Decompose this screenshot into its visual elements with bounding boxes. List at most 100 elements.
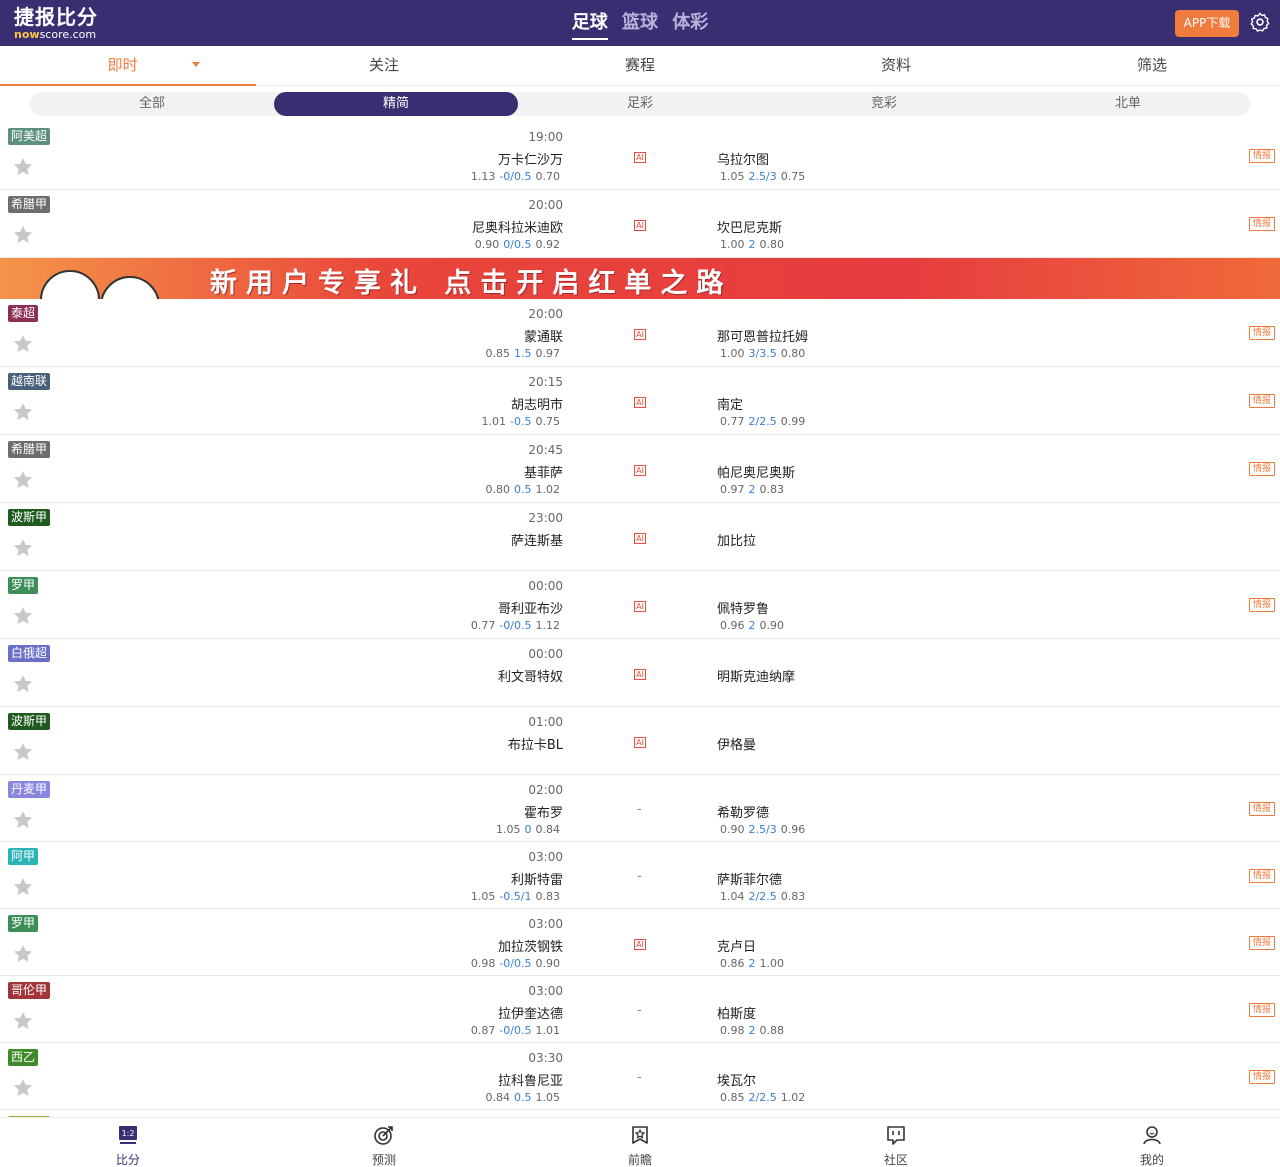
away-team[interactable]: 坎巴尼克斯 — [717, 217, 782, 236]
tab-schedule[interactable]: 赛程 — [512, 46, 768, 86]
away-team[interactable]: 加比拉 — [717, 530, 756, 549]
intel-badge[interactable]: 情报 — [1249, 1003, 1275, 1017]
tab-filter[interactable]: 筛选 — [1024, 46, 1280, 86]
home-team[interactable]: 哥利亚布沙 — [498, 598, 563, 617]
home-team[interactable]: 霍布罗 — [524, 802, 563, 821]
league-badge[interactable]: 罗甲 — [8, 915, 39, 932]
ai-icon[interactable]: AI — [634, 152, 646, 163]
home-team[interactable]: 蒙通联 — [524, 326, 563, 345]
subtab-football-lottery[interactable]: 足彩 — [518, 92, 762, 116]
league-badge[interactable]: 白俄超 — [8, 645, 51, 662]
league-badge[interactable]: 罗甲 — [8, 577, 39, 594]
intel-badge[interactable]: 情报 — [1249, 936, 1275, 950]
ai-icon[interactable]: AI — [634, 220, 646, 231]
star-icon[interactable] — [12, 156, 34, 178]
match-row[interactable]: 泰超 20:00 蒙通联 那可恩普拉托姆 0.85 1.5 0.97 1.00 3/3.5 0.8… — [0, 299, 1280, 367]
ai-icon[interactable]: AI — [634, 669, 646, 680]
away-team[interactable]: 帕尼奥尼奥斯 — [717, 462, 795, 481]
star-icon[interactable] — [12, 469, 34, 491]
promo-banner[interactable]: 新用户专享礼 点击开启红单之路 — [0, 258, 1280, 299]
intel-badge[interactable]: 情报 — [1249, 394, 1275, 408]
match-row[interactable]: 丹麦甲 02:00 霍布罗 希勒罗德 1.05 0 0.84 0.90 2.5/3 0.96 - 情报 — [0, 775, 1280, 842]
ai-icon[interactable]: AI — [634, 533, 646, 544]
nav-preview[interactable]: 前瞻 — [512, 1118, 768, 1167]
tab-data[interactable]: 资料 — [768, 46, 1024, 86]
away-team[interactable]: 埃瓦尔 — [717, 1070, 756, 1089]
home-team[interactable]: 尼奥科拉米迪欧 — [472, 217, 563, 236]
star-icon[interactable] — [12, 1010, 34, 1032]
league-badge[interactable]: 丹麦甲 — [8, 781, 51, 798]
star-icon[interactable] — [12, 809, 34, 831]
nav-score[interactable]: 1:2 比分 — [0, 1118, 256, 1167]
intel-badge[interactable]: 情报 — [1249, 802, 1275, 816]
away-team[interactable]: 佩特罗鲁 — [717, 598, 769, 617]
league-badge[interactable]: 波斯甲 — [8, 713, 51, 730]
league-badge[interactable]: 希腊甲 — [8, 196, 51, 213]
ai-icon[interactable]: AI — [634, 397, 646, 408]
home-team[interactable]: 利文哥特奴 — [498, 666, 563, 685]
match-row[interactable]: 罗甲 00:00 哥利亚布沙 佩特罗鲁 0.77 -0/0.5 1.12 0.96 2 0.90 A… — [0, 571, 1280, 639]
gear-icon[interactable] — [1249, 11, 1271, 33]
ai-icon[interactable]: AI — [634, 939, 646, 950]
intel-badge[interactable]: 情报 — [1249, 869, 1275, 883]
home-team[interactable]: 基菲萨 — [524, 462, 563, 481]
intel-badge[interactable]: 情报 — [1249, 326, 1275, 340]
league-badge[interactable]: 阿甲 — [8, 848, 39, 865]
sport-tab-lottery[interactable]: 体彩 — [672, 8, 708, 38]
home-team[interactable]: 胡志明市 — [511, 394, 563, 413]
league-badge[interactable]: 哥伦甲 — [8, 982, 51, 999]
star-icon[interactable] — [12, 333, 34, 355]
away-team[interactable]: 萨斯菲尔德 — [717, 869, 782, 888]
match-row[interactable]: 白俄超 00:00 利文哥特奴 明斯克迪纳摩 AI — [0, 639, 1280, 707]
subtab-simple[interactable]: 精简 — [274, 92, 518, 116]
ai-icon[interactable]: AI — [634, 465, 646, 476]
nav-mine[interactable]: 我的 — [1024, 1118, 1280, 1167]
home-team[interactable]: 加拉茨钢铁 — [498, 936, 563, 955]
sport-tab-football[interactable]: 足球 — [571, 8, 608, 40]
league-badge[interactable]: 西乙 — [8, 1049, 39, 1066]
star-icon[interactable] — [12, 1077, 34, 1099]
sport-tab-basketball[interactable]: 篮球 — [622, 8, 658, 38]
league-badge[interactable]: 泰超 — [8, 305, 39, 322]
intel-badge[interactable]: 情报 — [1249, 217, 1275, 231]
league-badge[interactable]: 希腊甲 — [8, 441, 51, 458]
match-row[interactable]: 波斯甲 23:00 萨连斯基 加比拉 AI — [0, 503, 1280, 571]
star-icon[interactable] — [12, 673, 34, 695]
home-team[interactable]: 利斯特雷 — [511, 869, 563, 888]
match-row[interactable]: 罗甲 03:00 加拉茨钢铁 克卢日 0.98 -0/0.5 0.90 0.86 2 1.00 AI… — [0, 909, 1280, 976]
intel-badge[interactable]: 情报 — [1249, 149, 1275, 163]
away-team[interactable]: 伊格曼 — [717, 734, 756, 753]
away-team[interactable]: 希勒罗德 — [717, 802, 769, 821]
match-row[interactable]: 越南联 20:15 胡志明市 南定 1.01 -0.5 0.75 0.77 2/2.5 0.99 A… — [0, 367, 1280, 435]
star-icon[interactable] — [12, 401, 34, 423]
ai-icon[interactable]: AI — [634, 601, 646, 612]
away-team[interactable]: 克卢日 — [717, 936, 756, 955]
league-badge[interactable]: 波斯甲 — [8, 509, 51, 526]
away-team[interactable]: 那可恩普拉托姆 — [717, 326, 808, 345]
match-row[interactable]: 哥伦甲 03:00 拉伊奎达德 柏斯度 0.87 -0/0.5 1.01 0.98 2 0.88 -… — [0, 976, 1280, 1043]
home-team[interactable]: 拉科鲁尼亚 — [498, 1070, 563, 1089]
tab-follow[interactable]: 关注 — [256, 46, 512, 86]
match-row[interactable]: 西乙 03:30 拉科鲁尼亚 埃瓦尔 0.84 0.5 1.05 0.85 2/2.5 1.02 -… — [0, 1043, 1280, 1110]
star-icon[interactable] — [12, 224, 34, 246]
away-team[interactable]: 明斯克迪纳摩 — [717, 666, 795, 685]
star-icon[interactable] — [12, 943, 34, 965]
match-row[interactable]: 阿美超 19:00 万卡仁沙万 乌拉尔图 1.13 -0/0.5 0.70 1.05 2.5/3… — [0, 122, 1280, 190]
intel-badge[interactable]: 情报 — [1249, 598, 1275, 612]
intel-badge[interactable]: 情报 — [1249, 462, 1275, 476]
home-team[interactable]: 万卡仁沙万 — [498, 149, 563, 168]
away-team[interactable]: 乌拉尔图 — [717, 149, 769, 168]
away-team[interactable]: 柏斯度 — [717, 1003, 756, 1022]
match-row[interactable]: 希腊甲 20:00 尼奥科拉米迪欧 坎巴尼克斯 0.90 0/0.5 0.92 1.00 2 0.… — [0, 190, 1280, 258]
home-team[interactable]: 萨连斯基 — [511, 530, 563, 549]
ai-icon[interactable]: AI — [634, 329, 646, 340]
subtab-all[interactable]: 全部 — [30, 92, 274, 116]
away-team[interactable]: 南定 — [717, 394, 743, 413]
home-team[interactable]: 拉伊奎达德 — [498, 1003, 563, 1022]
star-icon[interactable] — [12, 537, 34, 559]
app-download-button[interactable]: APP下载 — [1175, 10, 1239, 37]
star-icon[interactable] — [12, 876, 34, 898]
subtab-jingcai[interactable]: 竞彩 — [762, 92, 1006, 116]
match-row[interactable]: 希腊甲 20:45 基菲萨 帕尼奥尼奥斯 0.80 0.5 1.02 0.97 2 0.83 AI 情… — [0, 435, 1280, 503]
league-badge[interactable]: 阿美超 — [8, 128, 51, 145]
